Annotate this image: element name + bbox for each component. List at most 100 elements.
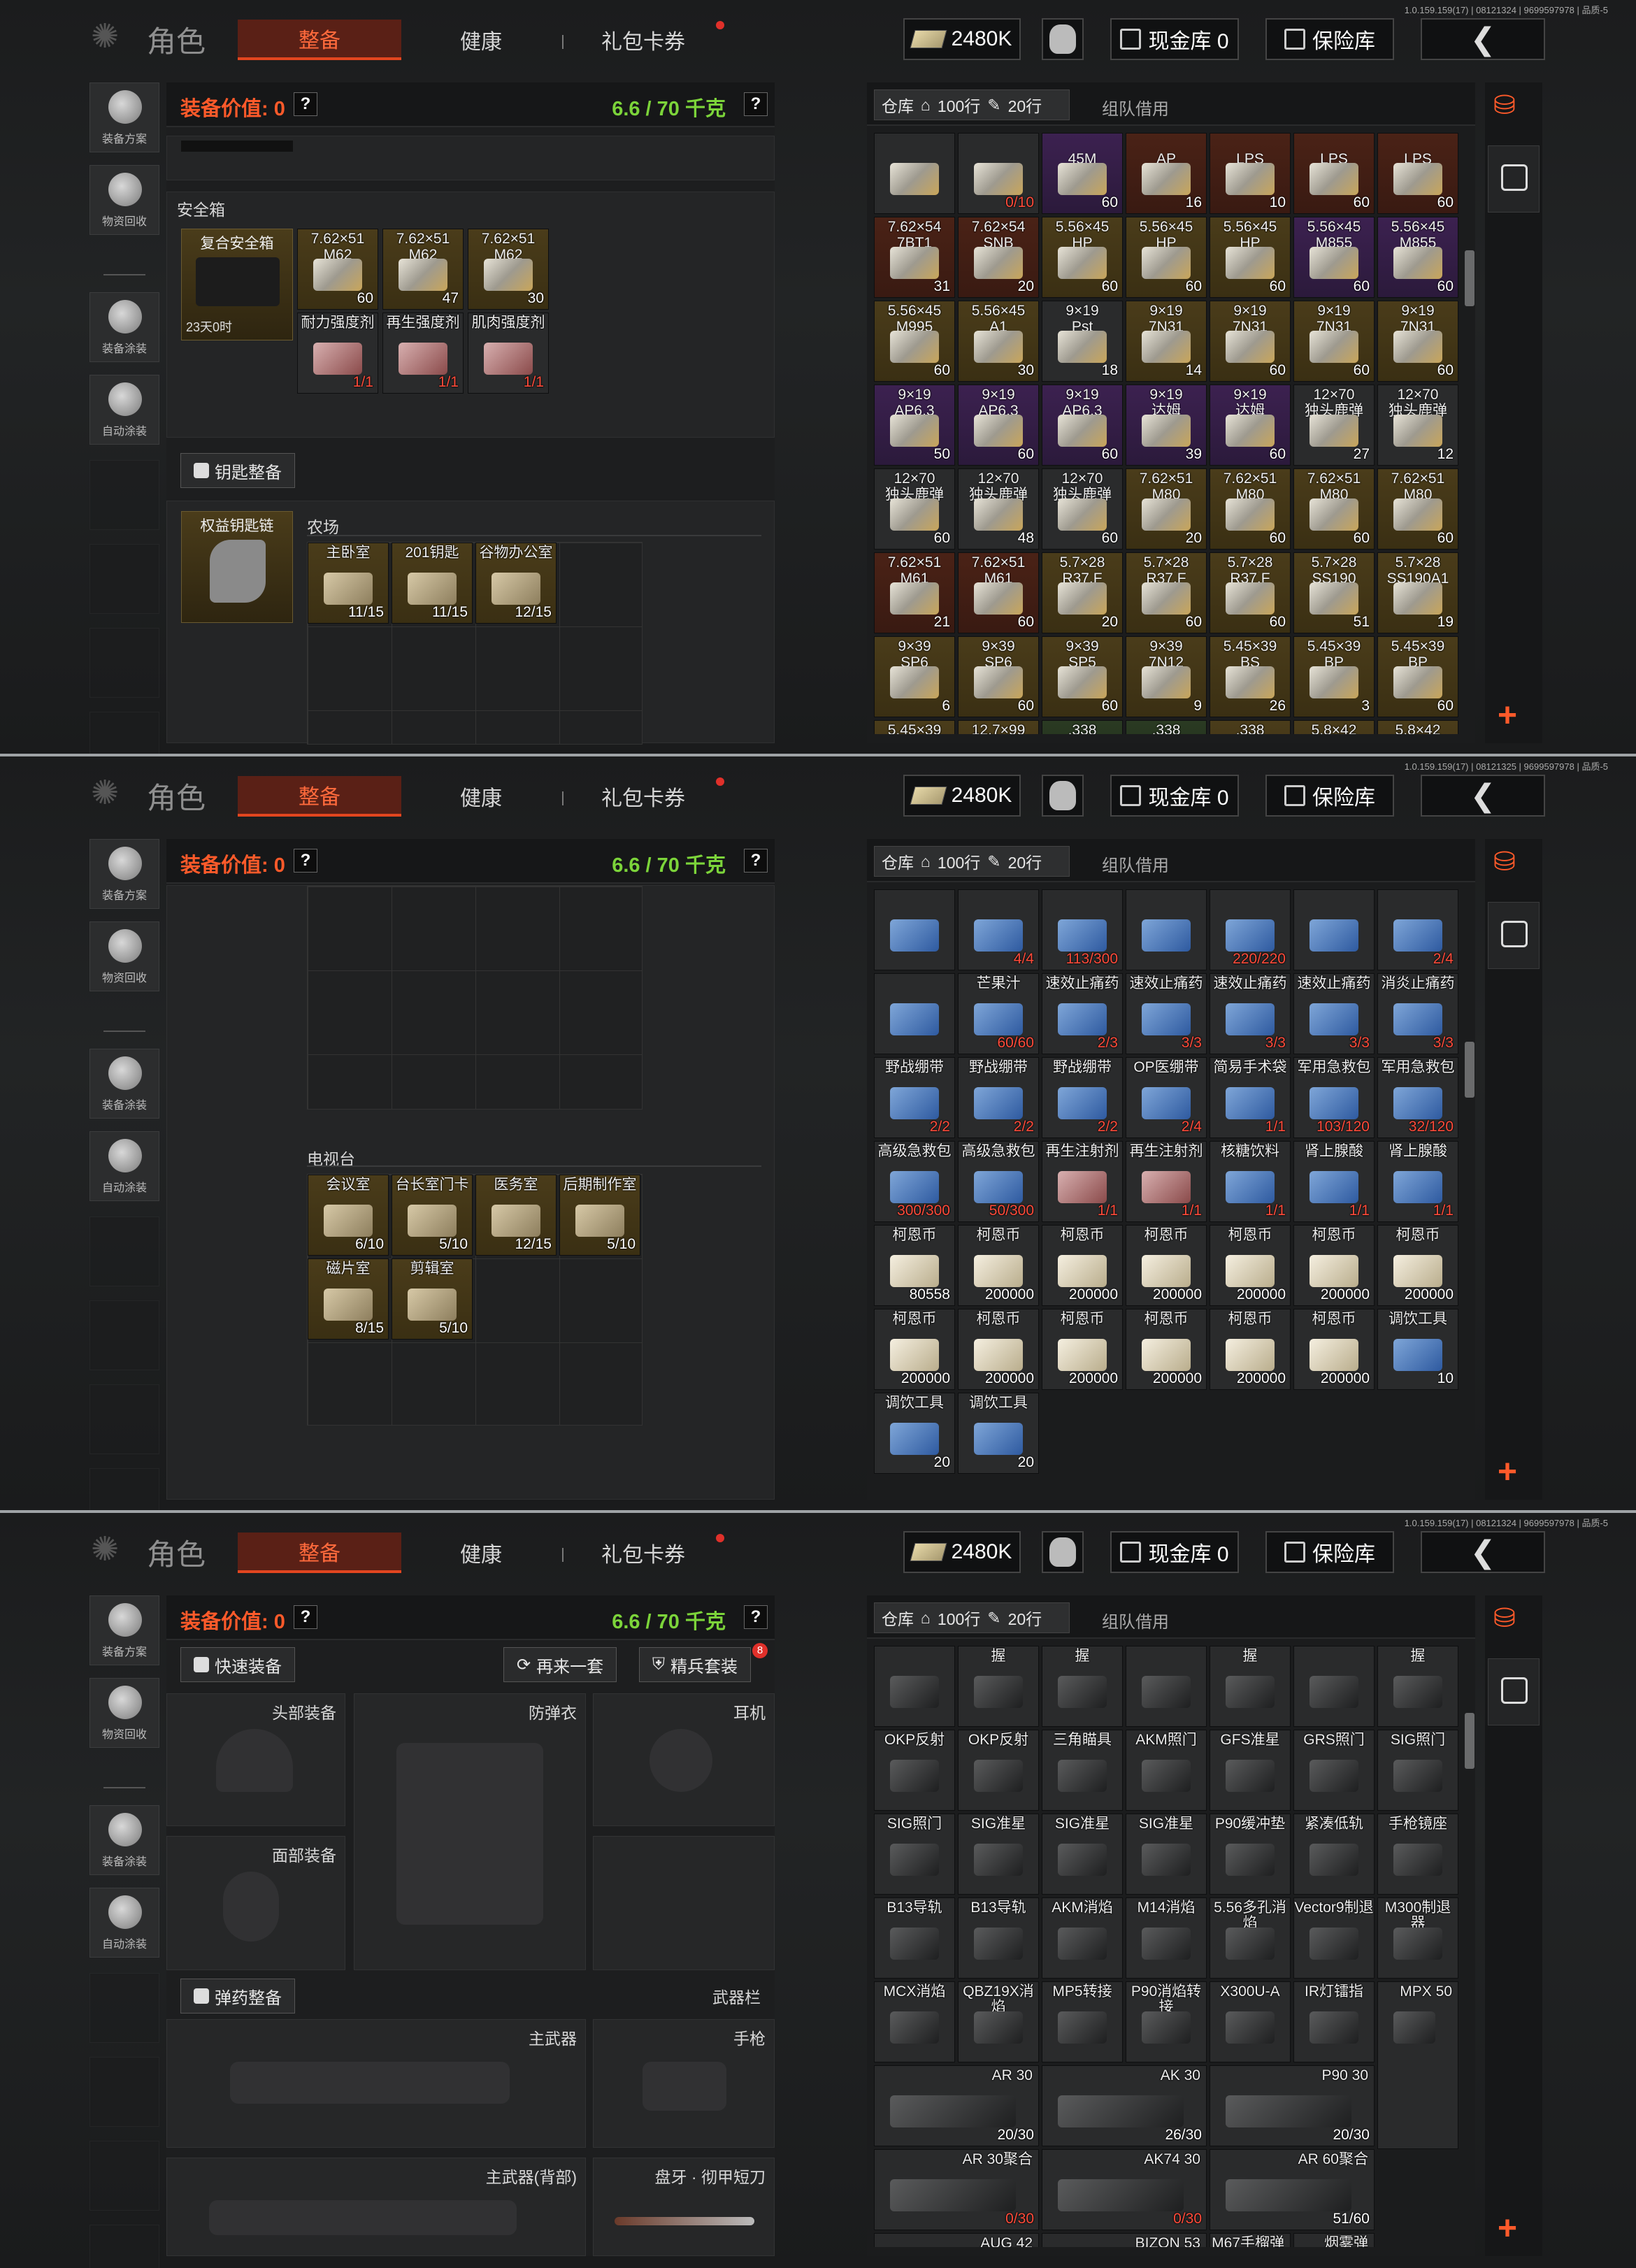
warehouse-item[interactable]: 12×70 独头鹿弹 48 (958, 468, 1039, 550)
warehouse-item[interactable]: 7.62×51 M80 60 (1377, 468, 1458, 550)
warehouse-item[interactable]: 调饮工具 20 (958, 1393, 1039, 1474)
face-slot[interactable]: 面部装备 (166, 1836, 345, 1970)
sidebar-item-gear-plan[interactable]: 装备方案 (89, 839, 159, 909)
magazine-item[interactable]: AUG 42 (874, 2233, 1039, 2247)
ammo-loadout-button[interactable]: 弹药整备 (180, 1979, 295, 2014)
warehouse-item[interactable]: 核糖饮料 1/1 (1210, 1141, 1291, 1222)
warehouse-item[interactable]: 5.7×28 R37.F 60 (1210, 552, 1291, 633)
warehouse-item[interactable] (1126, 889, 1207, 970)
warehouse-item[interactable]: SIG准星 (1126, 1814, 1207, 1895)
inventory-item[interactable]: 7.62×51 M62 60 (297, 229, 378, 310)
warehouse-item[interactable]: 军用急救包 32/120 (1377, 1057, 1458, 1138)
warehouse-item[interactable]: 9×19 7N31 60 (1293, 301, 1375, 382)
warehouse-item[interactable]: 45M 60 (1042, 133, 1123, 214)
warehouse-item[interactable]: 握 (1042, 1646, 1123, 1727)
magazine-item[interactable]: BIZON 53 (1042, 2233, 1207, 2247)
warehouse-item[interactable]: B13导轨 (958, 1897, 1039, 1979)
repeat-set-button[interactable]: ⟳ 再来一套 (503, 1647, 617, 1682)
warehouse-item[interactable]: 113/300 (1042, 889, 1123, 970)
warehouse-item[interactable]: LPS 10 (1210, 133, 1291, 214)
empty-gear-slot[interactable] (593, 1836, 775, 1970)
warehouse-item[interactable]: 握 (1377, 1646, 1458, 1727)
warehouse-item[interactable]: LPS 60 (1293, 133, 1375, 214)
warehouse-item[interactable]: AKM照门 (1126, 1730, 1207, 1811)
insurance-button[interactable]: 保险库 (1265, 1531, 1394, 1573)
warehouse-item[interactable]: 5.45×39 BP 3 (1293, 636, 1375, 717)
key-loadout-button[interactable]: 钥匙整备 (180, 453, 295, 488)
warehouse-item[interactable]: P90缓冲垫 (1210, 1814, 1291, 1895)
cash-vault-button[interactable]: 现金库 0 (1110, 18, 1239, 60)
warehouse-item[interactable]: 速效止痛药 2/3 (1042, 973, 1123, 1054)
magazine-item[interactable]: 烟雾弹 (1293, 2233, 1375, 2247)
warehouse-item[interactable]: 手枪镜座 (1377, 1814, 1458, 1895)
warehouse-item[interactable]: M300制退器 (1377, 1897, 1458, 1979)
back-weapon-slot[interactable]: 主武器(背部) (166, 2158, 586, 2256)
weight-help-button[interactable]: ? (744, 92, 768, 116)
add-rows-button[interactable]: + (1498, 696, 1517, 735)
inventory-item[interactable]: 肌肉强度剂 1/1 (468, 313, 549, 394)
sort-stack-icon[interactable]: ⛁ (1493, 1602, 1516, 1634)
warehouse-item[interactable]: 5.7×28 SS190 51 (1293, 552, 1375, 633)
warehouse-item[interactable]: 4/4 (958, 889, 1039, 970)
magazine-item[interactable]: AK 30 26/30 (1042, 2065, 1207, 2146)
warehouse-item[interactable]: B13导轨 (874, 1897, 955, 1979)
warehouse-item[interactable]: .338UPZ (1210, 720, 1291, 734)
team-borrow-tab[interactable]: 组队借用 (1102, 1608, 1169, 1632)
warehouse-item[interactable]: 5.56多孔消焰 (1210, 1897, 1291, 1979)
warehouse-item[interactable]: 9×19 AP6.3 50 (874, 385, 955, 466)
warehouse-item[interactable]: 2/4 (1377, 889, 1458, 970)
pistol-slot[interactable]: 手枪 (593, 2019, 775, 2148)
warehouse-item[interactable]: P90消焰转接 (1126, 1981, 1207, 2062)
warehouse-item[interactable]: 5.8×42DVC12 (1377, 720, 1458, 734)
warehouse-item[interactable]: 5.7×28 SS190A1 19 (1377, 552, 1458, 633)
sidebar-item-recycle[interactable]: 物资回收 (89, 921, 159, 991)
insurance-button[interactable]: 保险库 (1265, 18, 1394, 60)
warehouse-item[interactable]: AKM消焰 (1042, 1897, 1123, 1979)
warehouse-item[interactable]: 5.45×39 BP 60 (1377, 636, 1458, 717)
warehouse-item[interactable] (1293, 889, 1375, 970)
warehouse-item[interactable]: 肾上腺酸 1/1 (1377, 1141, 1458, 1222)
magazine-item[interactable]: AR 60聚合 51/60 (1210, 2149, 1375, 2230)
melee-slot[interactable]: 盘牙 · 彻甲短刀 (593, 2158, 775, 2256)
warehouse-item[interactable]: 速效止痛药 3/3 (1293, 973, 1375, 1054)
primary-weapon-slot[interactable]: 主武器 (166, 2019, 586, 2148)
quick-equip-button[interactable]: 快速装备 (180, 1647, 295, 1682)
sidebar-item-auto-skin[interactable]: 自动涂装 (89, 375, 159, 445)
sidebar-item-gear-plan[interactable]: 装备方案 (89, 1595, 159, 1665)
warehouse-item[interactable]: 野战绷带 2/2 (874, 1057, 955, 1138)
warehouse-item[interactable]: OKP反射 (958, 1730, 1039, 1811)
key-item[interactable]: 谷物办公室 12/15 (475, 543, 557, 624)
warehouse-item[interactable]: X300U-A (1210, 1981, 1291, 2062)
key-item[interactable]: 台长室门卡 5/10 (392, 1175, 473, 1256)
key-item[interactable]: 医务室 12/15 (475, 1175, 557, 1256)
tab-health[interactable]: 健康 (406, 1533, 557, 1573)
warehouse-item[interactable]: 5.56×45 HP 60 (1210, 217, 1291, 298)
value-help-button[interactable]: ? (294, 1605, 317, 1629)
warehouse-item[interactable]: 柯恩币 200000 (958, 1225, 1039, 1306)
warehouse-item[interactable]: 12.7×99M2 (958, 720, 1039, 734)
tab-gift-cards[interactable]: 礼包卡券 (566, 1533, 720, 1573)
warehouse-item[interactable]: 野战绷带 2/2 (958, 1057, 1039, 1138)
sort-stack-icon[interactable]: ⛁ (1493, 89, 1516, 121)
warehouse-item[interactable]: 柯恩币 200000 (958, 1309, 1039, 1390)
warehouse-item[interactable]: 9×39 7N12 9 (1126, 636, 1207, 717)
inventory-item[interactable]: 7.62×51 M62 47 (382, 229, 464, 310)
warehouse-item[interactable]: 12×70 独头鹿弹 60 (874, 468, 955, 550)
warehouse-item[interactable]: 9×19 达姆 60 (1210, 385, 1291, 466)
warehouse-item[interactable]: 军用急救包 103/120 (1293, 1057, 1375, 1138)
warehouse-item[interactable]: 9×19 AP6.3 60 (958, 385, 1039, 466)
warehouse-item[interactable]: 柯恩币 80558 (874, 1225, 955, 1306)
warehouse-item[interactable]: 再生注射剂 1/1 (1126, 1141, 1207, 1222)
warehouse-item[interactable]: OP医绷带 2/4 (1126, 1057, 1207, 1138)
warehouse-item[interactable]: 速效止痛药 3/3 (1210, 973, 1291, 1054)
warehouse-item[interactable]: LPS 60 (1377, 133, 1458, 214)
warehouse-item[interactable]: 柯恩币 200000 (1126, 1309, 1207, 1390)
warehouse-item[interactable]: 9×39 SP6 60 (958, 636, 1039, 717)
organize-button[interactable] (1488, 145, 1540, 213)
value-help-button[interactable]: ? (294, 92, 317, 116)
warehouse-item[interactable]: 握 (1210, 1646, 1291, 1727)
magazine-item[interactable]: AK74 30 0/30 (1042, 2149, 1207, 2230)
tab-gift-cards[interactable]: 礼包卡券 (566, 20, 720, 60)
armor-slot[interactable]: 防弹衣 (354, 1693, 586, 1970)
inventory-item[interactable]: 再生强度剂 1/1 (382, 313, 464, 394)
